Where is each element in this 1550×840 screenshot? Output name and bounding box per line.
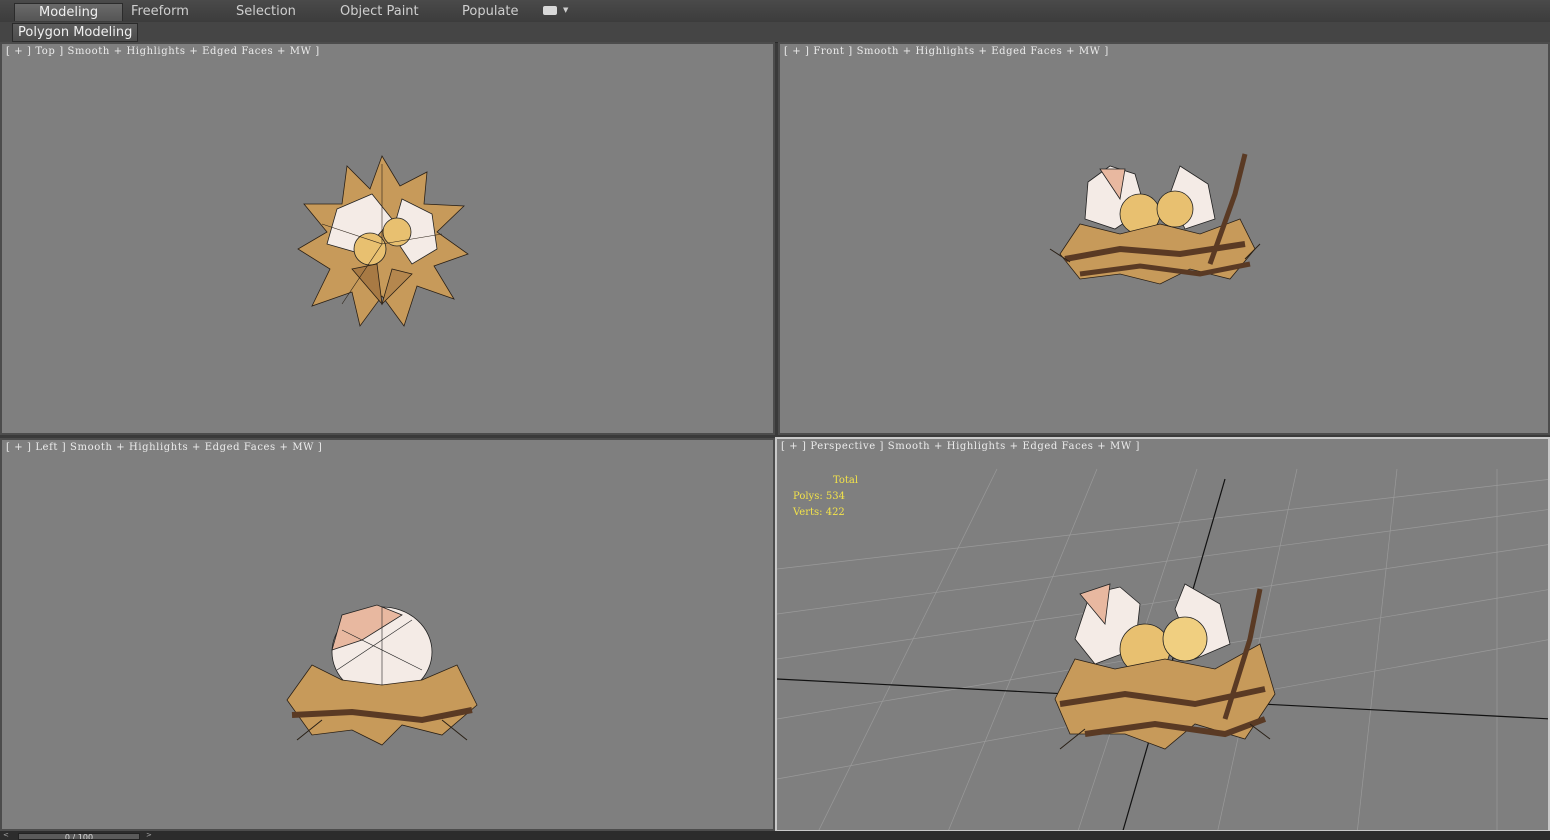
stats-polys: Polys: 534 [793,491,845,502]
ribbon-options-icon[interactable] [543,6,557,15]
viewport-top[interactable]: [ + ] Top ] Smooth + Highlights + Edged … [0,42,775,435]
timeline-bar: < 0 / 100 > [0,831,1550,840]
stats-title: Total [833,475,859,486]
ribbon-panel-bar: Polygon Modeling [0,22,1550,43]
viewport-front[interactable]: [ + ] Front ] Smooth + Highlights + Edge… [778,42,1550,435]
ribbon-tabs: Modeling Freeform Selection Object Paint… [0,0,1550,23]
viewport-label[interactable]: [ + ] Perspective ] Smooth + Highlights … [781,441,1140,452]
nest-model-front-view [1049,153,1261,285]
nest-model-perspective [1054,583,1276,750]
nest-model-left-view [286,604,478,746]
chevron-right-icon[interactable]: > [146,831,152,839]
stats-verts: Verts: 422 [793,507,845,518]
chevron-left-icon[interactable]: < [3,831,9,839]
viewport-label[interactable]: [ + ] Top ] Smooth + Highlights + Edged … [6,46,320,57]
tab-populate[interactable]: Populate [456,3,525,20]
tab-freeform[interactable]: Freeform [125,3,195,20]
perspective-grid [777,468,1548,830]
tab-object-paint[interactable]: Object Paint [334,3,425,20]
tab-selection[interactable]: Selection [230,3,302,20]
viewport-left[interactable]: [ + ] Left ] Smooth + Highlights + Edged… [0,438,775,831]
viewport-label[interactable]: [ + ] Left ] Smooth + Highlights + Edged… [6,442,322,453]
nest-model-top-view [297,155,469,327]
polygon-modeling-button[interactable]: Polygon Modeling [12,23,139,42]
tab-modeling[interactable]: Modeling [14,3,124,21]
time-slider[interactable]: 0 / 100 [18,833,140,840]
chevron-down-icon[interactable]: ▼ [563,6,568,14]
viewport-label[interactable]: [ + ] Front ] Smooth + Highlights + Edge… [784,46,1109,57]
viewport-perspective[interactable]: [ + ] Perspective ] Smooth + Highlights … [775,437,1550,832]
